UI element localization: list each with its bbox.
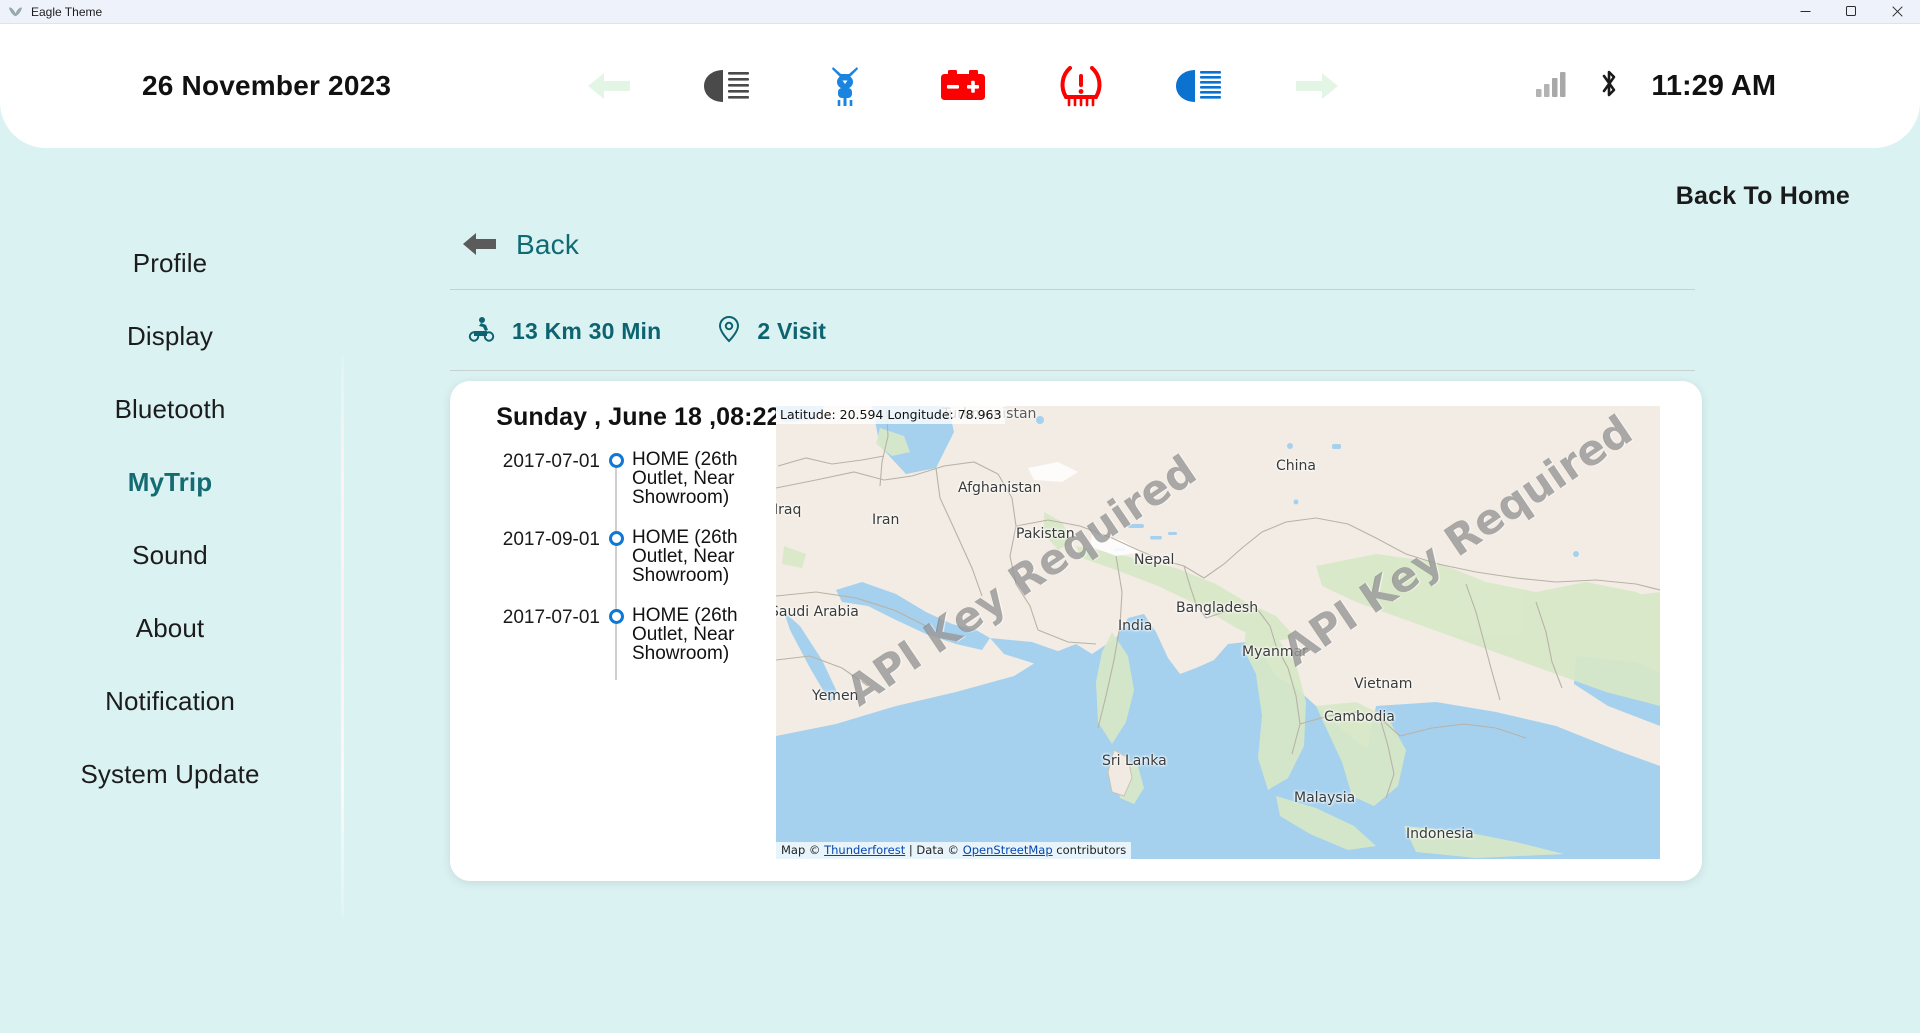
os-titlebar: Eagle Theme: [0, 0, 1920, 24]
vehicle-status-bar: 26 November 2023 11:29 AM: [0, 24, 1920, 148]
divider-bottom: [450, 370, 1695, 371]
high-beam-headlight-icon: [1140, 67, 1258, 105]
timeline-dot-wrap: [600, 450, 632, 468]
map-attribution: Map © Thunderforest | Data © OpenStreetM…: [776, 842, 1132, 859]
timeline-dot-wrap: [600, 606, 632, 624]
sidebar-item-bluetooth[interactable]: Bluetooth: [0, 373, 340, 446]
map-attr-suffix: contributors: [1052, 843, 1127, 857]
stat-visits: 2 Visit: [717, 315, 826, 348]
timeline-place: HOME (26th Outlet, Near Showroom): [632, 449, 738, 508]
sidebar-item-mytrip[interactable]: MyTrip: [0, 446, 340, 519]
back-to-home-button[interactable]: Back To Home: [1676, 182, 1850, 211]
arrow-left-icon: [462, 230, 498, 261]
status-time: 11:29 AM: [1651, 69, 1776, 102]
timeline-date: 2017-07-01: [502, 607, 600, 628]
telltale-icon-group: [391, 64, 1535, 108]
tyre-pressure-warning-icon: [1022, 65, 1140, 107]
map-attr-middle: | Data ©: [905, 843, 963, 857]
back-button[interactable]: Back: [450, 229, 1700, 261]
app-root: 26 November 2023 11:29 AM Back To Home P…: [0, 24, 1920, 1033]
timeline-place: HOME (26th Outlet, Near Showroom): [632, 527, 738, 586]
mytrip-panel: Back 13 Km 30 Min 2 Visit Sunday , June …: [450, 229, 1702, 881]
location-pin-icon: [717, 315, 741, 348]
timeline-date: 2017-07-01: [502, 451, 600, 472]
eagle-logo-icon: [7, 4, 23, 20]
right-turn-indicator-icon: [1258, 67, 1376, 105]
signal-bars-icon: [1535, 70, 1567, 103]
close-button[interactable]: [1874, 0, 1920, 24]
timeline-place: HOME (26th Outlet, Near Showroom): [632, 605, 738, 664]
timeline-dot-wrap: [600, 528, 632, 546]
bluetooth-icon: [1597, 68, 1621, 105]
status-date: 26 November 2023: [142, 70, 392, 101]
maximize-button[interactable]: [1828, 0, 1874, 24]
left-turn-indicator-icon: [550, 67, 668, 105]
map-attr-provider-link[interactable]: Thunderforest: [824, 843, 905, 857]
sidebar-item-system-update[interactable]: System Update: [0, 738, 340, 811]
minimize-button[interactable]: [1782, 0, 1828, 24]
status-right-group: 11:29 AM: [1535, 68, 1776, 105]
map-coordinates-label: Latitude: 20.594 Longitude: 78.963: [776, 406, 1006, 424]
timeline-dot-icon: [608, 453, 624, 468]
trip-summary-stats: 13 Km 30 Min 2 Visit: [450, 290, 1700, 370]
battery-warning-icon: [904, 69, 1022, 103]
stat-distance-duration: 13 Km 30 Min: [468, 316, 661, 347]
sidebar-item-sound[interactable]: Sound: [0, 519, 340, 592]
map-attr-data-link[interactable]: OpenStreetMap: [963, 843, 1053, 857]
window-title: Eagle Theme: [31, 4, 103, 19]
timeline-dot-icon: [608, 609, 624, 624]
sidebar-item-notification[interactable]: Notification: [0, 665, 340, 738]
scooter-service-icon: [786, 64, 904, 108]
sidebar-item-about[interactable]: About: [0, 592, 340, 665]
trip-detail-card: Sunday , June 18 ,08:22 AM 2017-07-01 HO…: [450, 381, 1702, 881]
scooter-icon: [468, 316, 496, 347]
map-attr-prefix: Map ©: [781, 843, 825, 857]
sidebar-item-profile[interactable]: Profile: [0, 227, 340, 300]
stat-visits-text: 2 Visit: [757, 318, 827, 344]
sidebar-item-display[interactable]: Display: [0, 300, 340, 373]
stat-distance-duration-text: 13 Km 30 Min: [512, 318, 662, 344]
trip-map[interactable]: Latitude: 20.594 Longitude: 78.963 API K…: [776, 406, 1660, 859]
map-canvas: [776, 406, 1660, 859]
timeline-date: 2017-09-01: [502, 529, 600, 550]
low-beam-headlight-icon: [668, 67, 786, 105]
settings-sidebar: Profile Display Bluetooth MyTrip Sound A…: [0, 199, 340, 989]
timeline-dot-icon: [608, 531, 624, 546]
sidebar-divider: [341, 357, 344, 917]
back-label: Back: [516, 229, 580, 260]
